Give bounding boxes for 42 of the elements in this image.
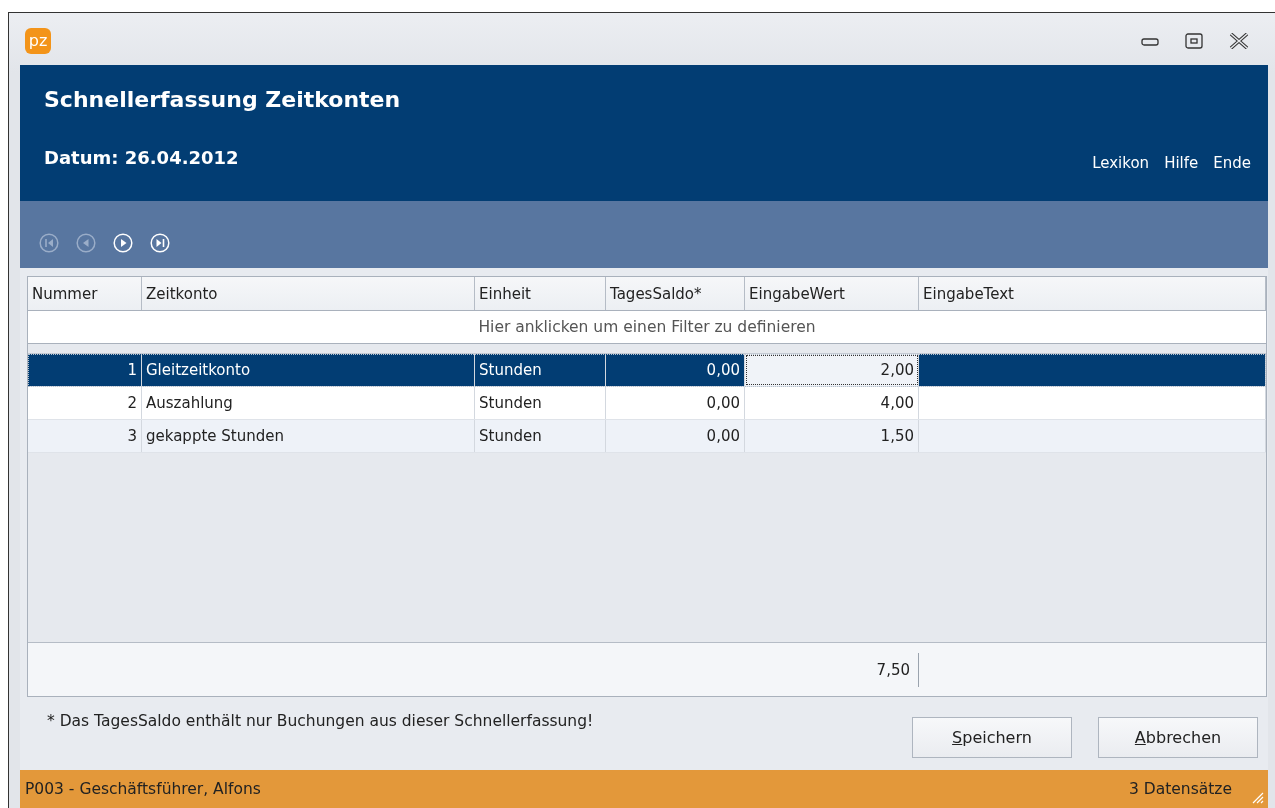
maximize-icon[interactable]	[1185, 33, 1203, 49]
column-header[interactable]: Einheit	[475, 277, 606, 310]
column-header[interactable]: EingabeWert	[745, 277, 919, 310]
table-cell: 2	[28, 387, 142, 419]
table-cell: 3	[28, 420, 142, 452]
table-row[interactable]: 2 Auszahlung Stunden 0,00 4,00	[28, 387, 1266, 420]
table-cell: 4,00	[745, 387, 919, 419]
filter-row[interactable]: Hier anklicken um einen Filter zu definieren	[28, 311, 1266, 344]
table-cell: Stunden	[475, 387, 606, 419]
date-label: Datum: 26.04.2012	[44, 147, 239, 168]
table-cell: gekappte Stunden	[142, 420, 475, 452]
table-cell: 1,50	[745, 420, 919, 452]
table-cell: Auszahlung	[142, 387, 475, 419]
column-header[interactable]: TagesSaldo*	[606, 277, 745, 310]
column-header[interactable]: EingabeText	[919, 277, 1266, 310]
dialog-button[interactable]: Abbrechen	[1098, 717, 1258, 758]
column-total: 7,50	[745, 652, 919, 687]
header-link[interactable]: Hilfe	[1164, 154, 1199, 172]
next-icon[interactable]	[113, 233, 133, 253]
record-count: 3 Datensätze	[1129, 780, 1232, 798]
table-cell: 0,00	[606, 387, 745, 419]
column-header[interactable]: Nummer	[28, 277, 142, 310]
app-logo: pz	[25, 28, 51, 54]
table-cell: 1	[28, 354, 142, 386]
table-row[interactable]: 3 gekappte Stunden Stunden 0,00 1,50	[28, 420, 1266, 453]
table-cell: Gleitzeitkonto	[142, 354, 475, 386]
table-cell: Stunden	[475, 420, 606, 452]
header-link[interactable]: Lexikon	[1092, 154, 1150, 172]
table-cell: Stunden	[475, 354, 606, 386]
header-link[interactable]: Ende	[1213, 154, 1251, 172]
table-cell: 2,00	[745, 354, 919, 386]
window-title: Schnellerfassung Zeitkonten	[44, 87, 402, 112]
minimize-icon[interactable]	[1141, 36, 1159, 46]
resize-grip-icon[interactable]	[1250, 790, 1264, 804]
footnote: * Das TagesSaldo enthält nur Buchungen aus dieser Schnellerfassung!	[47, 712, 594, 732]
close-icon[interactable]	[1229, 33, 1249, 49]
table-row[interactable]: 1 Gleitzeitkonto Stunden 0,00 2,00	[28, 354, 1266, 387]
dialog-button[interactable]: Speichern	[912, 717, 1072, 758]
last-record-icon[interactable]	[150, 233, 170, 253]
column-header[interactable]: Zeitkonto	[142, 277, 475, 310]
table-cell: 0,00	[606, 420, 745, 452]
status-text: P003 - Geschäftsführer, Alfons	[25, 780, 261, 798]
